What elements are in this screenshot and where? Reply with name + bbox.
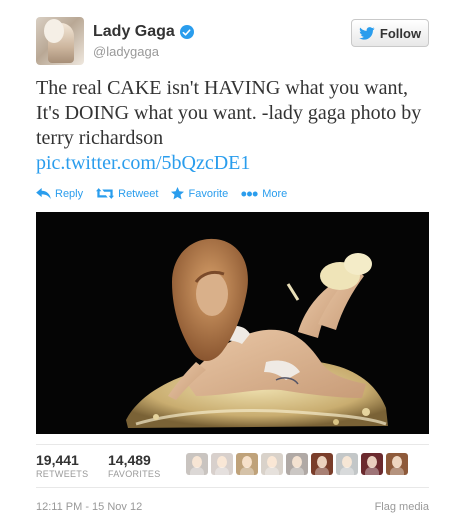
favoriter-avatar[interactable] [336, 453, 358, 475]
tweet-timestamp[interactable]: 12:11 PM - 15 Nov 12 [36, 501, 142, 513]
avatar-body [340, 467, 354, 475]
favoriter-avatars [186, 453, 411, 475]
favoriter-avatar[interactable] [286, 453, 308, 475]
favorites-count: 14,489 [108, 452, 151, 468]
favoriter-avatar[interactable] [261, 453, 283, 475]
favoriter-avatar[interactable] [361, 453, 383, 475]
avatar-hair [44, 19, 64, 43]
verified-badge-icon [179, 25, 194, 39]
reply-label: Reply [55, 187, 84, 200]
avatar-body [240, 467, 254, 475]
retweets-label: RETWEETS [36, 469, 89, 479]
avatar-body [215, 467, 229, 475]
favoriter-avatar[interactable] [211, 453, 233, 475]
more-label: More [262, 187, 288, 200]
reply-icon [36, 188, 51, 199]
tweet-photo[interactable] [36, 212, 429, 434]
favorite-button[interactable]: Favorite [171, 187, 228, 200]
user-handle[interactable]: @ladygaga [93, 44, 159, 59]
favorites-label: FAVORITES [108, 469, 161, 479]
favoriter-avatar[interactable] [186, 453, 208, 475]
avatar-body [365, 467, 379, 475]
tweet-media-link[interactable]: pic.twitter.com/5bQzcDE1 [36, 151, 250, 176]
stats-divider-bottom [36, 487, 429, 488]
flag-media-link[interactable]: Flag media [375, 501, 429, 513]
tweet-actions: Reply Retweet Favorite More [36, 187, 300, 200]
avatar-body [390, 467, 404, 475]
retweet-label: Retweet [118, 187, 159, 200]
favoriter-avatar[interactable] [236, 453, 258, 475]
retweets-stat[interactable]: 19,441 RETWEETS [36, 452, 88, 480]
follow-button-label: Follow [379, 25, 422, 41]
follow-button[interactable]: Follow [351, 19, 429, 47]
tweet-text: The real CAKE isn't HAVING what you want… [36, 76, 432, 176]
retweet-button[interactable]: Retweet [96, 188, 158, 200]
avatar-body [190, 467, 204, 475]
more-dots-icon [241, 191, 258, 196]
retweets-count: 19,441 [36, 452, 79, 468]
reply-button[interactable]: Reply [36, 188, 83, 200]
stats-divider-top [36, 444, 429, 445]
retweet-icon [96, 188, 115, 199]
star-icon [171, 187, 185, 200]
twitter-bird-icon [359, 26, 375, 40]
favorites-stat[interactable]: 14,489 FAVORITES [108, 452, 161, 480]
photo-illustration [36, 212, 429, 434]
user-name-row: Lady Gaga [93, 22, 194, 42]
tweet-body: The real CAKE isn't HAVING what you want… [36, 77, 422, 149]
avatar-body [290, 467, 304, 475]
favorite-label: Favorite [188, 187, 229, 200]
tweet-card: Lady Gaga @ladygaga Follow The real CAKE… [0, 0, 450, 519]
avatar-body [315, 467, 329, 475]
avatar-body [265, 467, 279, 475]
more-button[interactable]: More [241, 188, 287, 200]
favoriter-avatar[interactable] [311, 453, 333, 475]
favoriter-avatar[interactable] [386, 453, 408, 475]
user-avatar[interactable] [36, 17, 84, 65]
user-display-name[interactable]: Lady Gaga [93, 23, 175, 41]
